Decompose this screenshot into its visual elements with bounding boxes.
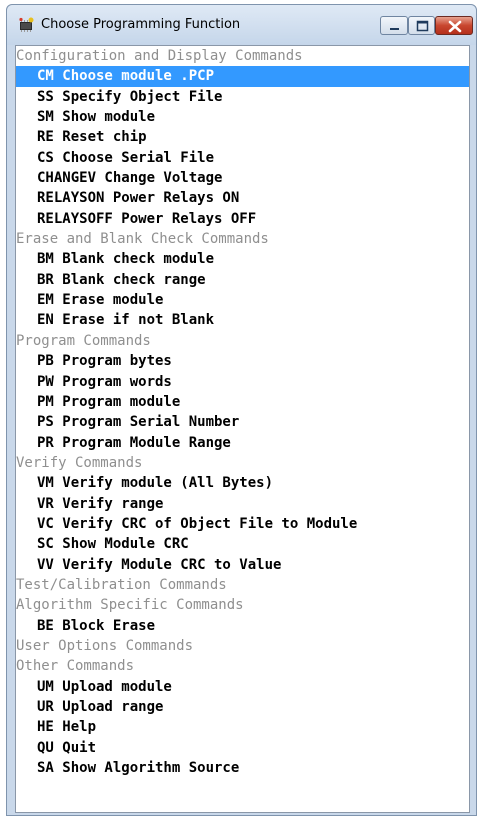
list-item[interactable]: VM Verify module (All Bytes) [16, 473, 469, 493]
list-group-header[interactable]: Test/Calibration Commands [16, 575, 469, 595]
list-item[interactable]: RELAYSOFF Power Relays OFF [16, 209, 469, 229]
list-group-header[interactable]: Erase and Blank Check Commands [16, 229, 469, 249]
maximize-button[interactable] [408, 16, 435, 35]
list-item[interactable]: QU Quit [16, 738, 469, 758]
title-bar[interactable]: Choose Programming Function [7, 5, 476, 45]
close-icon [448, 20, 462, 33]
list-group-header[interactable]: Other Commands [16, 656, 469, 676]
list-item[interactable]: EN Erase if not Blank [16, 310, 469, 330]
list-item[interactable]: VV Verify Module CRC to Value [16, 555, 469, 575]
list-item[interactable]: PW Program words [16, 372, 469, 392]
list-item[interactable]: UM Upload module [16, 677, 469, 697]
list-item[interactable]: SM Show module [16, 107, 469, 127]
list-item-selected[interactable]: CM Choose module .PCP [16, 66, 469, 87]
list-item[interactable]: PM Program module [16, 392, 469, 412]
list-item[interactable]: PS Program Serial Number [16, 412, 469, 432]
list-item[interactable]: RELAYSON Power Relays ON [16, 188, 469, 208]
list-item[interactable]: CS Choose Serial File [16, 148, 469, 168]
list-group-header[interactable]: User Options Commands [16, 636, 469, 656]
list-item[interactable]: SC Show Module CRC [16, 534, 469, 554]
list-item[interactable]: PB Program bytes [16, 351, 469, 371]
list-item[interactable]: HE Help [16, 717, 469, 737]
list-group-header[interactable]: Verify Commands [16, 453, 469, 473]
list-item[interactable]: PR Program Module Range [16, 433, 469, 453]
minimize-button[interactable] [380, 16, 408, 35]
list-item[interactable]: VR Verify range [16, 494, 469, 514]
list-item[interactable]: BM Blank check module [16, 249, 469, 269]
minimize-icon [390, 28, 399, 30]
close-button[interactable] [435, 16, 473, 35]
function-listbox[interactable]: Configuration and Display Commands CM Cho… [15, 45, 470, 813]
window-title: Choose Programming Function [41, 17, 241, 32]
chip-app-icon[interactable] [17, 17, 35, 33]
list-item[interactable]: VC Verify CRC of Object File to Module [16, 514, 469, 534]
list-item[interactable]: SA Show Algorithm Source [16, 758, 469, 778]
list-item[interactable]: UR Upload range [16, 697, 469, 717]
maximize-icon [416, 20, 429, 32]
list-item[interactable]: RE Reset chip [16, 127, 469, 147]
list-item[interactable]: BR Blank check range [16, 270, 469, 290]
list-item[interactable]: BE Block Erase [16, 616, 469, 636]
list-item[interactable]: CHANGEV Change Voltage [16, 168, 469, 188]
list-group-header[interactable]: Program Commands [16, 331, 469, 351]
list-group-header[interactable]: Algorithm Specific Commands [16, 595, 469, 615]
list-item[interactable]: EM Erase module [16, 290, 469, 310]
list-group-header[interactable]: Configuration and Display Commands [16, 46, 469, 66]
list-item[interactable]: SS Specify Object File [16, 87, 469, 107]
dialog-window: Choose Programming Function Configuratio… [6, 4, 477, 816]
